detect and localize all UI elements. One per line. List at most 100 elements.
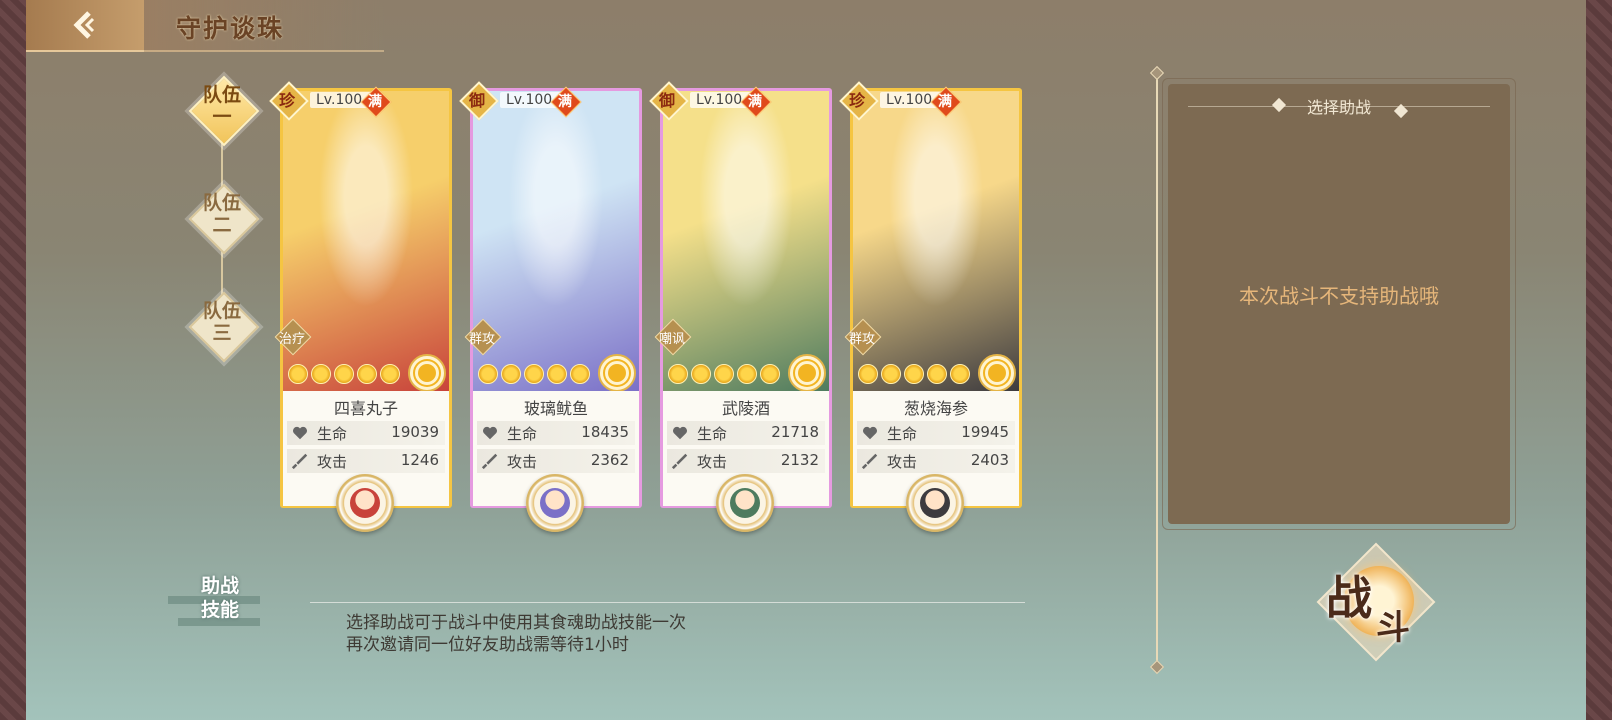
star-rating bbox=[478, 364, 590, 384]
star-icon bbox=[380, 364, 400, 384]
character-name: 武陵酒 bbox=[721, 399, 770, 418]
flower-element-icon bbox=[408, 354, 446, 392]
support-message: 本次战斗不支持助战哦 bbox=[1239, 284, 1439, 308]
hp-value: 19945 bbox=[961, 423, 1009, 441]
star-icon bbox=[357, 364, 377, 384]
sword-icon bbox=[671, 453, 688, 470]
divider-top-ornament bbox=[1149, 65, 1165, 81]
help-divider bbox=[310, 602, 1025, 603]
hp-label: 生命 bbox=[507, 425, 538, 443]
heart-icon bbox=[672, 426, 688, 440]
hp-stat: 生命 19039 bbox=[287, 421, 445, 445]
attack-stat: 攻击 2403 bbox=[857, 449, 1015, 473]
star-icon bbox=[904, 364, 924, 384]
attack-value: 2362 bbox=[590, 451, 629, 469]
star-rating bbox=[668, 364, 780, 384]
sword-icon bbox=[861, 453, 878, 470]
attack-value: 2403 bbox=[970, 451, 1009, 469]
star-icon bbox=[858, 364, 878, 384]
character-card[interactable]: 御 Lv.100 满群攻 玻璃鱿鱼 生命 18435 攻击 2362 bbox=[459, 81, 642, 532]
attack-value: 1246 bbox=[400, 451, 439, 469]
team-number: 二 bbox=[212, 214, 232, 236]
team-tab-2[interactable]: 队伍二 bbox=[188, 183, 260, 255]
heart-icon bbox=[482, 426, 498, 440]
hp-label: 生命 bbox=[317, 425, 348, 443]
role-badge: 群攻 bbox=[842, 318, 882, 356]
role-badge: 治疗 bbox=[272, 318, 312, 356]
star-icon bbox=[760, 364, 780, 384]
star-rating bbox=[288, 364, 400, 384]
character-card[interactable]: 御 Lv.100 满嘲讽 武陵酒 生命 21718 攻击 2132 bbox=[649, 81, 832, 532]
chibi-avatar[interactable] bbox=[336, 474, 394, 532]
star-icon bbox=[881, 364, 901, 384]
game-screen: 守护谈珠 队伍一 队伍二 队伍三 珍 Lv.100 满治疗 四喜丸子 生命 19039 攻击… bbox=[26, 0, 1586, 720]
max-level-badge: 满 bbox=[930, 86, 962, 118]
attack-label: 攻击 bbox=[887, 453, 918, 471]
chibi-avatar[interactable] bbox=[906, 474, 964, 532]
star-icon bbox=[950, 364, 970, 384]
star-icon bbox=[714, 364, 734, 384]
right-frame-border bbox=[1586, 0, 1612, 720]
hp-label: 生命 bbox=[697, 425, 728, 443]
attack-value: 2132 bbox=[780, 451, 819, 469]
flower-element-icon bbox=[598, 354, 636, 392]
help-text-line2: 再次邀请同一位好友助战需等待1小时 bbox=[346, 635, 629, 655]
team-number: 三 bbox=[212, 322, 232, 344]
skill-label-line1: 助战 bbox=[200, 575, 239, 597]
support-panel: 选择助战 本次战斗不支持助战哦 bbox=[1162, 78, 1516, 530]
hp-stat: 生命 21718 bbox=[667, 421, 825, 445]
character-card[interactable]: 珍 Lv.100 满群攻 葱烧海参 生命 19945 攻击 2403 bbox=[839, 81, 1022, 532]
character-name: 四喜丸子 bbox=[333, 399, 398, 418]
rarity-badge: 珍 bbox=[269, 81, 309, 121]
star-icon bbox=[737, 364, 757, 384]
page-title: 守护谈珠 bbox=[176, 14, 285, 43]
star-icon bbox=[478, 364, 498, 384]
max-level-badge: 满 bbox=[740, 86, 772, 118]
hp-stat: 生命 19945 bbox=[857, 421, 1015, 445]
back-button[interactable] bbox=[26, 0, 144, 52]
star-icon bbox=[570, 364, 590, 384]
star-icon bbox=[334, 364, 354, 384]
battle-button[interactable]: 战 斗 bbox=[1316, 542, 1436, 662]
attack-label: 攻击 bbox=[507, 453, 538, 471]
rarity-badge: 珍 bbox=[839, 81, 879, 121]
team-label: 队伍 bbox=[202, 192, 241, 214]
chibi-avatar[interactable] bbox=[526, 474, 584, 532]
character-name: 葱烧海参 bbox=[903, 399, 968, 418]
character-card[interactable]: 珍 Lv.100 满治疗 四喜丸子 生命 19039 攻击 1246 bbox=[269, 81, 452, 532]
star-icon bbox=[927, 364, 947, 384]
vertical-divider bbox=[1156, 72, 1158, 668]
max-level-badge: 满 bbox=[550, 86, 582, 118]
team-label: 队伍 bbox=[202, 300, 241, 322]
support-skill-label: 助战 技能 bbox=[168, 574, 260, 626]
flower-element-icon bbox=[788, 354, 826, 392]
attack-stat: 攻击 1246 bbox=[287, 449, 445, 473]
character-name: 玻璃鱿鱼 bbox=[523, 399, 588, 418]
role-badge: 嘲讽 bbox=[652, 318, 692, 356]
battle-label-2: 斗 bbox=[1376, 608, 1410, 648]
left-frame-border bbox=[0, 0, 26, 720]
support-title: 选择助战 bbox=[1306, 98, 1371, 117]
sword-icon bbox=[481, 453, 498, 470]
battle-label-1: 战 bbox=[1326, 571, 1372, 625]
heart-icon bbox=[292, 426, 308, 440]
team-tab-1[interactable]: 队伍一 bbox=[188, 75, 260, 147]
star-icon bbox=[524, 364, 544, 384]
attack-label: 攻击 bbox=[317, 453, 348, 471]
star-icon bbox=[547, 364, 567, 384]
divider-bottom-ornament bbox=[1149, 659, 1165, 675]
hp-value: 21718 bbox=[771, 423, 819, 441]
flower-element-icon bbox=[978, 354, 1016, 392]
star-icon bbox=[311, 364, 331, 384]
chibi-avatar[interactable] bbox=[716, 474, 774, 532]
skill-label-line2: 技能 bbox=[200, 599, 239, 621]
back-arrow-icon bbox=[73, 11, 95, 39]
role-badge: 群攻 bbox=[462, 318, 502, 356]
team-tab-3[interactable]: 队伍三 bbox=[188, 291, 260, 363]
hp-stat: 生命 18435 bbox=[477, 421, 635, 445]
max-level-badge: 满 bbox=[360, 86, 392, 118]
star-icon bbox=[691, 364, 711, 384]
star-icon bbox=[288, 364, 308, 384]
hp-label: 生命 bbox=[887, 425, 918, 443]
rarity-badge: 御 bbox=[459, 81, 499, 121]
